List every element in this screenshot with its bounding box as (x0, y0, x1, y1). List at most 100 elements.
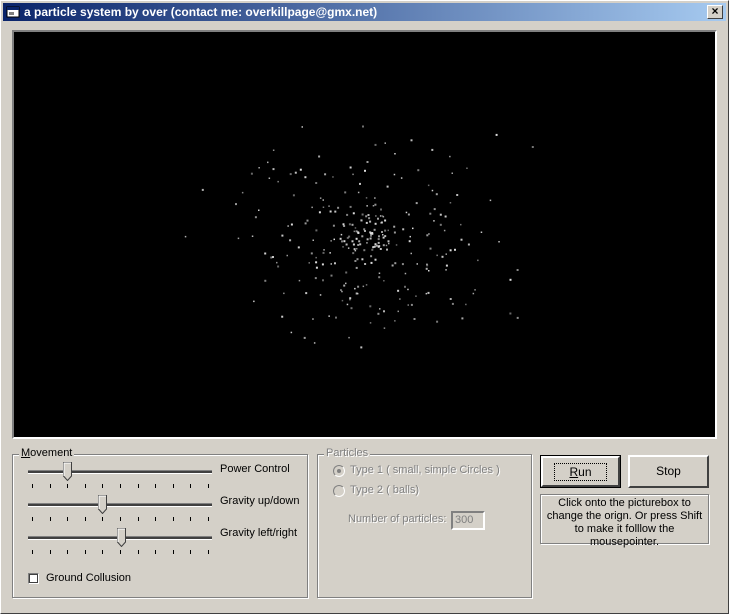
slider-tick (208, 517, 209, 521)
type1-radio[interactable] (333, 465, 345, 477)
slider-tick (155, 550, 156, 554)
particle (322, 251, 325, 254)
particle (381, 231, 383, 233)
particle (449, 155, 451, 158)
particle (369, 305, 372, 308)
particle (382, 234, 384, 236)
particle (272, 168, 275, 171)
particle (345, 243, 348, 246)
particle (397, 310, 399, 313)
particle (323, 249, 325, 251)
particle (495, 133, 498, 136)
particle (410, 252, 412, 255)
particle-count-label: Number of particles: (348, 513, 447, 525)
slider-thumb[interactable] (98, 495, 108, 514)
particle (369, 322, 372, 324)
particle (405, 211, 408, 214)
particle (321, 263, 324, 266)
particle (341, 299, 344, 302)
slider-tick (173, 517, 174, 521)
particle (354, 260, 357, 262)
slider-tick (120, 484, 121, 488)
particle (385, 244, 388, 247)
particle (454, 248, 456, 251)
particle (330, 263, 332, 265)
particle (443, 229, 446, 232)
particle (361, 235, 364, 238)
title-bar: a particle system by over (contact me: o… (3, 3, 726, 21)
particle (377, 312, 380, 315)
particle-count-input[interactable]: 300 (451, 511, 485, 530)
particle (264, 252, 267, 255)
close-button[interactable]: × (707, 5, 723, 19)
stop-button[interactable]: Stop (628, 455, 709, 488)
window-title: a particle system by over (contact me: o… (24, 5, 378, 19)
particle (436, 254, 438, 257)
gravity-left-right-slider[interactable] (28, 528, 212, 558)
particle (410, 303, 413, 306)
particle (333, 238, 335, 241)
particle (362, 125, 364, 128)
particle (386, 248, 388, 251)
particle (337, 206, 340, 209)
power-control-slider[interactable] (28, 462, 212, 492)
particle (372, 205, 375, 207)
particle (374, 143, 377, 146)
particle (341, 240, 343, 243)
particle (413, 318, 416, 320)
particle (449, 298, 452, 300)
run-button[interactable]: Run (540, 455, 621, 488)
particle (345, 282, 347, 285)
particle (412, 227, 414, 230)
particle (289, 239, 292, 242)
slider-tick (173, 484, 174, 488)
particle (268, 177, 271, 179)
particle (377, 238, 380, 241)
type2-label[interactable]: Type 2 ( balls) (350, 484, 419, 496)
particle (451, 172, 453, 174)
slider-thumb[interactable] (63, 462, 73, 481)
particle (378, 272, 381, 274)
particle (531, 146, 534, 148)
particle (355, 266, 358, 269)
particle (359, 182, 361, 185)
particle (258, 209, 260, 211)
particle (402, 228, 405, 231)
particle (328, 205, 330, 207)
particle (318, 155, 321, 158)
slider-thumb[interactable] (116, 528, 126, 547)
particle (322, 206, 325, 208)
particle (368, 217, 371, 220)
particle (433, 220, 435, 222)
particle (415, 202, 418, 205)
slider-tick (155, 517, 156, 521)
ground-collision-checkbox[interactable] (28, 573, 39, 584)
particle (400, 177, 403, 179)
particle (322, 279, 324, 282)
particle (364, 169, 366, 172)
particle (426, 234, 429, 237)
particle (315, 256, 317, 259)
close-icon: × (711, 4, 719, 18)
particle (386, 185, 389, 188)
particle (366, 238, 369, 241)
run-button-label: Run (554, 463, 607, 481)
gravity-up-down-slider[interactable] (28, 495, 212, 525)
particle (314, 277, 317, 280)
particle (428, 233, 430, 235)
particle (334, 210, 337, 213)
particle (330, 240, 332, 242)
particle-field (184, 125, 534, 349)
type1-label[interactable]: Type 1 ( small, simple Circles ) (350, 464, 500, 476)
particle (465, 303, 467, 306)
movement-legend: Movement (19, 447, 75, 459)
particle-picturebox[interactable] (12, 30, 717, 439)
particle (352, 243, 355, 246)
particle (383, 280, 385, 282)
particle (466, 167, 468, 169)
slider-tick (32, 550, 33, 554)
particle (281, 234, 284, 237)
type2-radio[interactable] (333, 485, 345, 497)
ground-collision-label[interactable]: Ground Collusion (46, 572, 131, 584)
particle (370, 255, 373, 258)
